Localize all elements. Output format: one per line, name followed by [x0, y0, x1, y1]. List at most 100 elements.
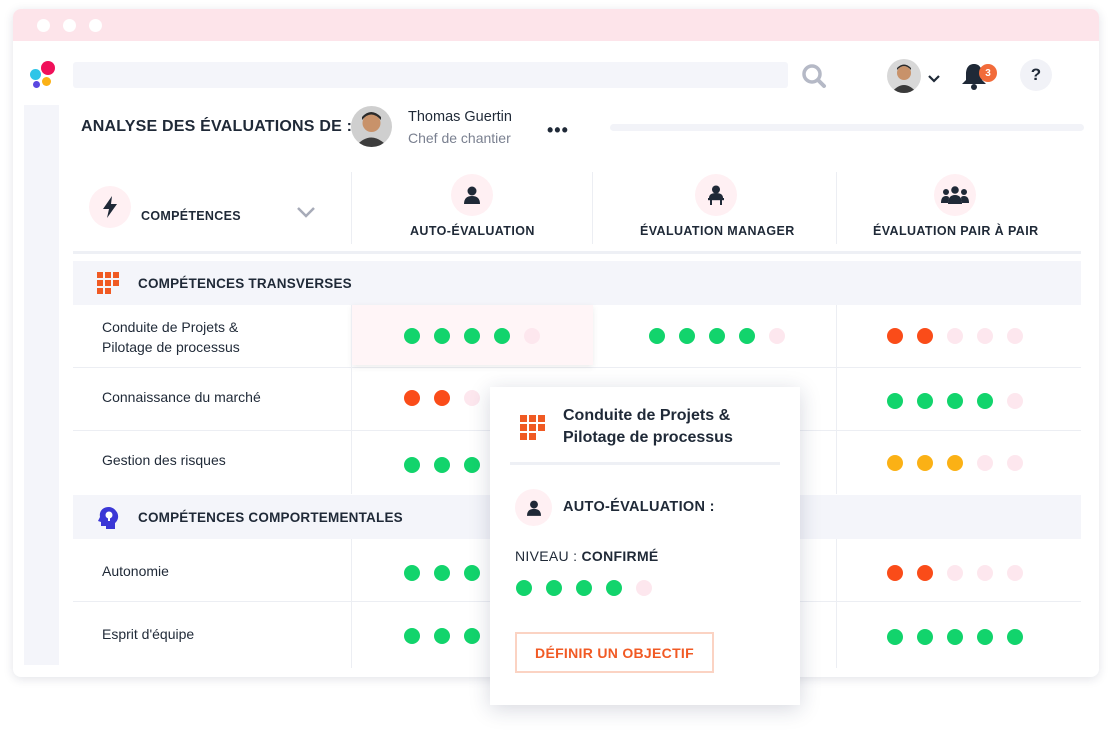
rating-self[interactable] [404, 628, 480, 644]
rating-dot [977, 393, 993, 409]
rating-peer[interactable] [887, 328, 1023, 344]
more-options-button[interactable]: ••• [547, 120, 569, 141]
level-value: CONFIRMÉ [581, 548, 659, 564]
rating-dot [917, 565, 933, 581]
rating-dot [576, 580, 592, 596]
avatar[interactable] [887, 59, 921, 93]
rating-dot [404, 457, 420, 473]
rating-peer[interactable] [887, 455, 1023, 471]
popup-rating [516, 580, 652, 596]
header-divider [73, 251, 1081, 254]
person-icon [451, 174, 493, 216]
rating-dot [739, 328, 755, 344]
competence-detail-popup: Conduite de Projets & Pilotage de proces… [490, 387, 800, 705]
rating-manager[interactable] [649, 328, 785, 344]
section-label: COMPÉTENCES COMPORTEMENTALES [138, 510, 403, 525]
rating-dot [546, 580, 562, 596]
rating-dot [464, 628, 480, 644]
head-brain-icon [98, 507, 119, 529]
rating-dot [464, 457, 480, 473]
rating-peer[interactable] [887, 565, 1023, 581]
row-label: Autonomie [102, 563, 169, 579]
user-avatar [351, 106, 392, 147]
define-objective-button[interactable]: DÉFINIR UN OBJECTIF [515, 632, 714, 673]
rating-dot [524, 328, 540, 344]
rating-dot [947, 629, 963, 645]
rating-dot [887, 629, 903, 645]
rating-dot [434, 328, 450, 344]
popup-auto-label: AUTO-ÉVALUATION : [563, 499, 715, 515]
rating-dot [887, 565, 903, 581]
user-role: Chef de chantier [408, 130, 511, 146]
rating-self[interactable] [404, 328, 540, 344]
user-name: Thomas Guertin [408, 109, 512, 125]
rating-dot [434, 565, 450, 581]
row-label: Conduite de Projets & Pilotage de proces… [102, 319, 240, 355]
window-maximize-dot[interactable] [89, 18, 102, 32]
table-row[interactable]: Conduite de Projets & Pilotage de proces… [73, 305, 1081, 368]
notification-badge: 3 [979, 64, 997, 82]
column-divider [592, 172, 593, 244]
rating-dot [516, 580, 532, 596]
rating-dot [464, 390, 480, 406]
sidebar [24, 105, 59, 665]
rating-dot [947, 455, 963, 471]
window-titlebar [13, 9, 1099, 41]
row-label: Esprit d'équipe [102, 626, 195, 642]
rating-dot [977, 455, 993, 471]
rating-peer[interactable] [887, 629, 1023, 645]
grid-icon [520, 415, 545, 440]
section-label: COMPÉTENCES TRANSVERSES [138, 276, 352, 291]
search-input[interactable] [73, 62, 788, 88]
rating-dot [947, 393, 963, 409]
section-transverse: COMPÉTENCES TRANSVERSES [73, 261, 1081, 305]
row-label: Connaissance du marché [102, 389, 261, 405]
competences-filter[interactable]: COMPÉTENCES [73, 164, 351, 254]
grid-icon [97, 272, 119, 294]
rating-dot [709, 328, 725, 344]
rating-dot [1007, 629, 1023, 645]
lightning-icon [89, 186, 131, 228]
rating-dot [636, 580, 652, 596]
popup-level: NIVEAU : CONFIRMÉ [515, 548, 659, 564]
rating-dot [434, 457, 450, 473]
group-icon [934, 174, 976, 216]
rating-dot [917, 328, 933, 344]
rating-dot [404, 390, 420, 406]
rating-self[interactable] [404, 457, 480, 473]
rating-self[interactable] [404, 390, 480, 406]
rating-dot [887, 455, 903, 471]
window-minimize-dot[interactable] [63, 18, 76, 32]
rating-dot [917, 629, 933, 645]
rating-dot [977, 629, 993, 645]
row-label: Gestion des risques [102, 452, 226, 468]
rating-dot [769, 328, 785, 344]
rating-dot [887, 328, 903, 344]
rating-dot [947, 328, 963, 344]
column-header-manager[interactable]: ÉVALUATION MANAGER [640, 224, 795, 238]
rating-dot [404, 628, 420, 644]
rating-dot [977, 328, 993, 344]
popup-title-line2: Pilotage de processus [563, 429, 733, 446]
manager-icon [695, 174, 737, 216]
chevron-down-icon[interactable] [928, 75, 940, 83]
chevron-down-icon[interactable] [297, 207, 315, 218]
column-header-self[interactable]: AUTO-ÉVALUATION [410, 224, 535, 238]
popup-title-line1: Conduite de Projets & [563, 407, 731, 424]
search-icon[interactable] [801, 63, 827, 89]
rating-dot [917, 455, 933, 471]
rating-dot [464, 328, 480, 344]
help-button[interactable]: ? [1020, 59, 1052, 91]
rating-peer[interactable] [887, 393, 1023, 409]
window-close-dot[interactable] [37, 18, 50, 32]
app-logo[interactable] [29, 61, 57, 91]
rating-dot [1007, 455, 1023, 471]
rating-dot [404, 565, 420, 581]
rating-dot [434, 390, 450, 406]
column-header-peer[interactable]: ÉVALUATION PAIR À PAIR [873, 224, 1039, 238]
rating-dot [1007, 328, 1023, 344]
rating-dot [434, 628, 450, 644]
rating-dot [1007, 565, 1023, 581]
rating-self[interactable] [404, 565, 480, 581]
rating-dot [649, 328, 665, 344]
